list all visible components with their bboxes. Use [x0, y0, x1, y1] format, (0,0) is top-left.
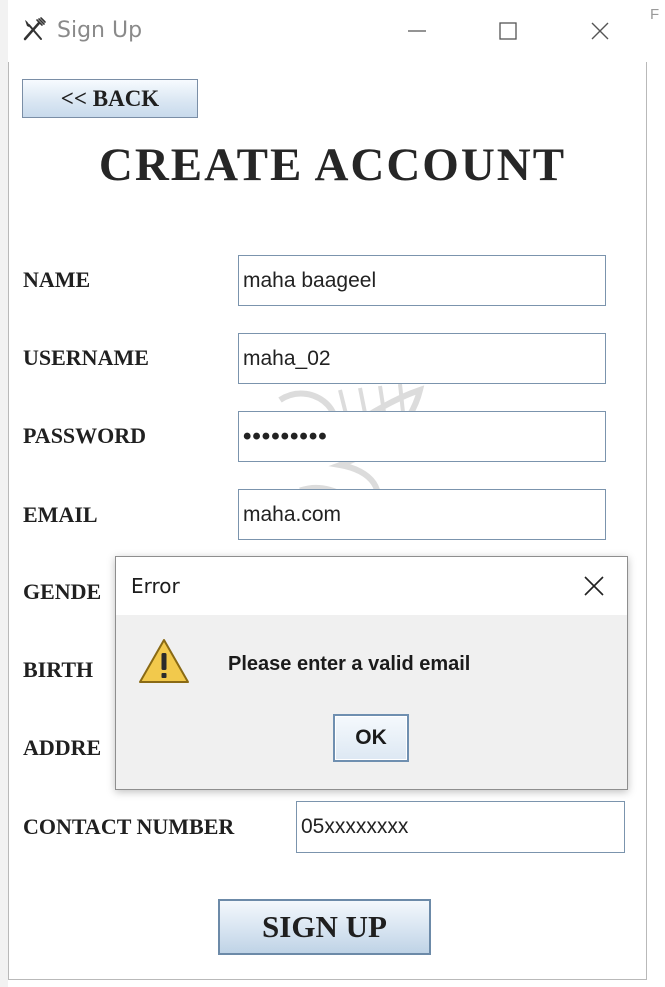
dialog-titlebar[interactable]	[116, 557, 627, 615]
dialog-message: Please enter a valid email	[228, 653, 471, 675]
fork-knife-icon	[20, 16, 48, 44]
minimize-button[interactable]	[397, 14, 437, 48]
error-dialog: Error Please enter a valid email OK	[115, 556, 628, 790]
maximize-icon	[499, 22, 517, 40]
name-label: NAME	[23, 267, 91, 292]
email-label: EMAIL	[23, 502, 98, 527]
username-field[interactable]: maha_02	[238, 333, 606, 384]
contact-number-field[interactable]: 05xxxxxxxx	[296, 801, 625, 853]
minimize-icon	[408, 30, 426, 32]
dialog-close-button[interactable]	[576, 569, 612, 603]
page-title: CREATE ACCOUNT	[98, 139, 567, 191]
window-title: Sign Up	[57, 18, 143, 43]
dialog-title: Error	[131, 574, 180, 598]
password-field[interactable]: •••••••••	[238, 411, 606, 462]
name-field[interactable]: maha baageel	[238, 255, 606, 306]
close-icon	[584, 576, 604, 596]
address-label: ADDRE	[23, 735, 102, 760]
username-label: USERNAME	[23, 345, 149, 370]
ok-button[interactable]: OK	[333, 714, 409, 762]
close-icon	[591, 22, 609, 40]
password-label: PASSWORD	[23, 423, 147, 448]
background-window-text: F	[650, 6, 660, 23]
gender-label: GENDE	[23, 579, 102, 604]
birth-date-label: BIRTH	[23, 657, 94, 682]
warning-icon	[138, 637, 190, 685]
back-button[interactable]: << BACK	[22, 79, 198, 118]
maximize-button[interactable]	[488, 14, 528, 48]
email-field[interactable]: maha.com	[238, 489, 606, 540]
close-button[interactable]	[580, 14, 620, 48]
contact-number-label: CONTACT NUMBER	[23, 814, 235, 839]
signup-button[interactable]: SIGN UP	[218, 899, 431, 955]
